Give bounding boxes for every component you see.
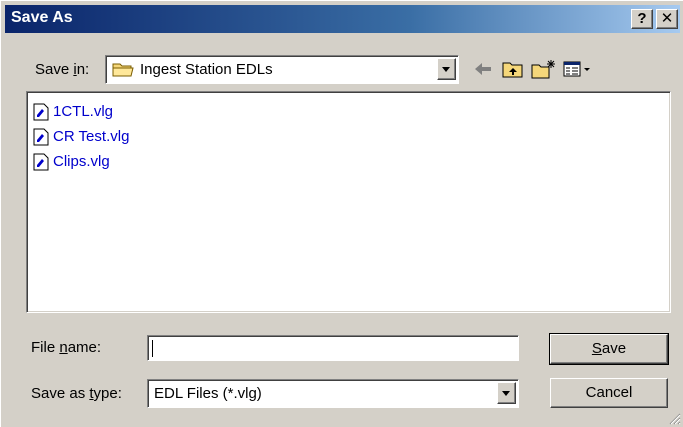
cancel-button[interactable]: Cancel <box>550 378 668 408</box>
save-in-label-text: Save <box>35 61 74 78</box>
save-as-type-label-rest: ype: <box>93 385 122 402</box>
file-list[interactable]: 1CTL.vlg CR Test.vlg Clips.vlg <box>26 91 671 313</box>
window-title: Save As <box>11 9 73 26</box>
title-bar[interactable]: Save As ? ✕ <box>5 5 680 33</box>
file-name-label: File name: <box>31 339 101 356</box>
file-icon <box>33 103 49 121</box>
close-button[interactable]: ✕ <box>656 9 678 29</box>
save-as-dialog: Save As ? ✕ Save in: Ingest Station EDLs <box>0 0 683 427</box>
help-button[interactable]: ? <box>631 9 653 29</box>
file-name-text: CR Test.vlg <box>53 128 130 145</box>
save-as-type-dropdown[interactable]: EDL Files (*.vlg) <box>147 379 519 408</box>
file-name-label-rest: ame: <box>67 339 102 356</box>
save-in-dropdown-button[interactable] <box>437 58 456 80</box>
close-icon: ✕ <box>660 10 674 27</box>
back-arrow-icon[interactable] <box>473 59 493 79</box>
file-name-label-text: File <box>31 339 60 356</box>
save-in-dropdown[interactable]: Ingest Station EDLs <box>105 55 459 84</box>
file-name-text: Clips.vlg <box>53 153 110 170</box>
up-one-level-icon[interactable] <box>502 59 524 79</box>
save-in-label-rest: n: <box>76 61 90 78</box>
save-in-value: Ingest Station EDLs <box>140 61 273 78</box>
file-name-text: 1CTL.vlg <box>53 103 114 120</box>
save-as-type-label: Save as type: <box>31 385 122 402</box>
folder-icon <box>112 63 134 77</box>
text-caret <box>152 340 153 357</box>
save-as-type-value: EDL Files (*.vlg) <box>154 385 262 402</box>
save-button-accel: S <box>591 340 602 357</box>
file-name-input[interactable] <box>147 335 519 361</box>
file-icon <box>33 153 49 171</box>
save-as-type-dropdown-button[interactable] <box>497 382 516 404</box>
save-button[interactable]: Save <box>549 333 669 365</box>
create-new-folder-icon[interactable] <box>531 59 557 79</box>
file-name-label-accel: n <box>59 339 68 356</box>
resize-grip-icon[interactable] <box>669 413 681 425</box>
view-menu-icon[interactable] <box>563 59 593 79</box>
save-as-type-label-text: Save as <box>31 385 90 402</box>
file-icon <box>33 128 49 146</box>
save-button-label: ave <box>601 340 627 357</box>
save-in-label: Save in: <box>35 61 89 78</box>
